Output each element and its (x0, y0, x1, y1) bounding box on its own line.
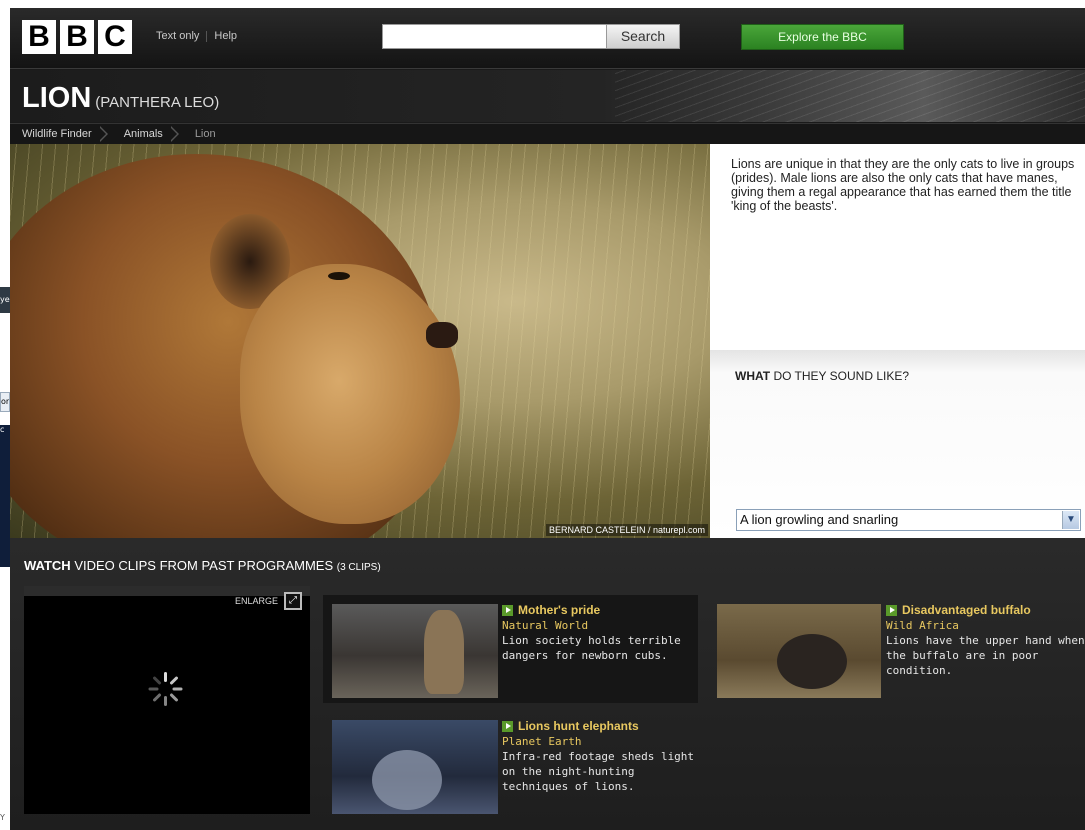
search-button[interactable]: Search (606, 24, 680, 49)
browser-fragment-3: c (0, 425, 10, 567)
description-text: Lions are unique in that they are the on… (731, 157, 1075, 213)
clip-info: Mother's pride Natural World Lion societ… (502, 603, 702, 663)
night-vision-shape (372, 750, 442, 810)
enlarge-label: ENLARGE (234, 596, 278, 606)
clip-thumbnail[interactable] (332, 720, 498, 814)
buffalo-shape (777, 634, 847, 689)
page-title-main: LION (22, 82, 92, 114)
logo-letter-c: C (98, 20, 132, 54)
clip-description: Lions have the upper hand when the buffa… (886, 634, 1085, 677)
clip-description: Lion society holds terrible dangers for … (502, 634, 681, 662)
clip-info: Lions hunt elephants Planet Earth Infra-… (502, 719, 702, 794)
browser-fragment-4: Y (0, 813, 5, 822)
lioness-shape (424, 610, 464, 694)
clip-info: Disadvantaged buffalo Wild Africa Lions … (886, 603, 1085, 678)
clip-programme: Planet Earth (502, 735, 582, 748)
sound-heading-bold: WHAT (735, 369, 771, 383)
video-heading-rest: VIDEO CLIPS FROM PAST PROGRAMMES (70, 558, 337, 573)
bbc-page: B B C Text only Help Search Explore the B… (10, 8, 1085, 830)
clip-thumbnail[interactable] (332, 604, 498, 698)
top-bar: B B C Text only Help Search Explore the B… (10, 8, 1085, 69)
video-clip-mothers-pride[interactable]: Mother's pride Natural World Lion societ… (323, 595, 698, 703)
top-links: Text only Help (156, 30, 237, 42)
chevron-right-icon (98, 124, 110, 145)
video-heading: WATCH VIDEO CLIPS FROM PAST PROGRAMMES (… (24, 558, 381, 573)
bbc-logo[interactable]: B B C (22, 20, 132, 54)
logo-letter-b1: B (22, 20, 56, 54)
description-panel: Lions are unique in that they are the on… (710, 144, 1085, 350)
search-input[interactable] (382, 24, 608, 49)
page-title: LION (PANTHERA LEO) (22, 82, 219, 115)
sound-heading-rest: DO THEY SOUND LIKE? (770, 369, 910, 383)
breadcrumb-wildlife-finder[interactable]: Wildlife Finder (10, 124, 100, 145)
clip-description: Infra-red footage sheds light on the nig… (502, 750, 695, 793)
loading-spinner-icon (148, 672, 183, 706)
sound-heading: WHAT DO THEY SOUND LIKE? (735, 369, 909, 383)
clip-title-row[interactable]: Mother's pride (502, 603, 702, 617)
clip-title[interactable]: Lions hunt elephants (518, 719, 639, 733)
breadcrumb: Wildlife Finder Animals Lion (10, 123, 1085, 144)
breadcrumb-animals[interactable]: Animals (110, 124, 171, 145)
photo-credit: BERNARD CASTELEIN / naturepl.com (545, 524, 708, 536)
logo-letter-b2: B (60, 20, 94, 54)
clip-count: (3 CLIPS) (336, 562, 381, 573)
video-clip-disadvantaged-buffalo[interactable]: Disadvantaged buffalo Wild Africa Lions … (707, 595, 1085, 703)
lion-eye (328, 272, 350, 280)
breadcrumb-lion: Lion (194, 127, 216, 140)
play-icon (886, 604, 897, 616)
explore-bbc-button[interactable]: Explore the BBC (741, 24, 904, 50)
chevron-right-icon (169, 124, 181, 145)
clip-title-row[interactable]: Disadvantaged buffalo (886, 603, 1085, 617)
browser-background (0, 0, 10, 830)
video-clip-lions-hunt-elephants[interactable]: Lions hunt elephants Planet Earth Infra-… (323, 711, 698, 819)
sound-select[interactable]: A lion growling and snarling ▼ (736, 509, 1081, 531)
lion-nose (426, 322, 458, 348)
sound-panel: WHAT DO THEY SOUND LIKE? A lion growling… (710, 350, 1085, 538)
video-heading-bold: WATCH (24, 558, 71, 573)
expand-icon: ⤢ (284, 592, 302, 610)
video-clips-section: WATCH VIDEO CLIPS FROM PAST PROGRAMMES (… (10, 538, 1085, 830)
text-only-link[interactable]: Text only (156, 30, 199, 42)
sound-select-value: A lion growling and snarling (740, 512, 899, 527)
page-title-latin: (PANTHERA LEO) (95, 94, 220, 111)
clip-title[interactable]: Disadvantaged buffalo (902, 603, 1031, 617)
browser-fragment-1: ye (0, 287, 10, 313)
chevron-down-icon[interactable]: ▼ (1062, 511, 1079, 529)
lion-photo: BERNARD CASTELEIN / naturepl.com (10, 144, 710, 538)
banner-texture (615, 70, 1085, 122)
browser-fragment-2: ory (0, 392, 10, 412)
clip-title[interactable]: Mother's pride (518, 603, 600, 617)
link-divider (206, 30, 208, 42)
clip-thumbnail[interactable] (717, 604, 881, 698)
clip-programme: Natural World (502, 619, 589, 632)
enlarge-button[interactable]: ENLARGE ⤢ (235, 592, 302, 610)
play-icon (502, 720, 513, 732)
video-player[interactable]: ENLARGE ⤢ (24, 586, 310, 814)
help-link[interactable]: Help (214, 30, 237, 42)
clip-title-row[interactable]: Lions hunt elephants (502, 719, 702, 733)
clip-programme: Wild Africa (886, 619, 959, 632)
play-icon (502, 604, 513, 616)
